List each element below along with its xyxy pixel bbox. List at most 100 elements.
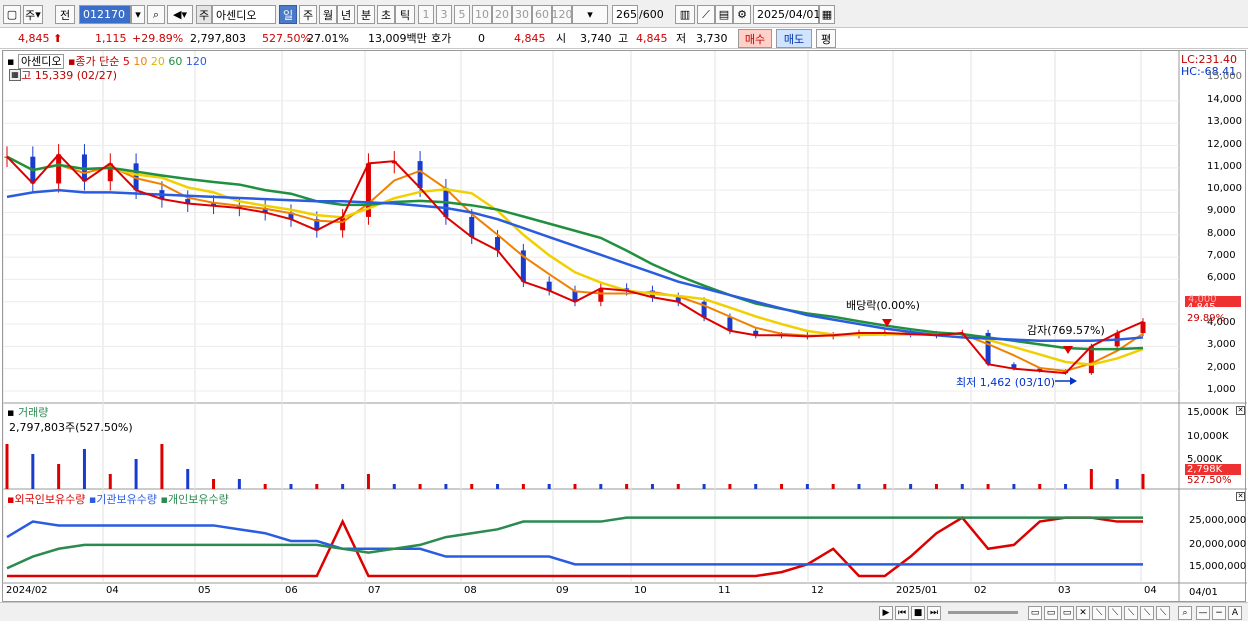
volume-bar	[909, 484, 913, 489]
interval-3[interactable]: 3	[436, 5, 452, 24]
low-price: 3,730	[696, 32, 728, 45]
line-type-icon[interactable]: ⟋	[697, 5, 715, 24]
toolbar: ▢ 주 ▾ 전 012170 ▾ ⌕ ◀▾ 주 아센디오 일 주 월 년 분 초 …	[0, 0, 1248, 28]
layout3-icon[interactable]: ▭	[1060, 606, 1074, 620]
volume-bar	[366, 474, 370, 489]
prev-button[interactable]: 전	[55, 5, 75, 24]
stop-icon[interactable]: ■	[911, 606, 925, 620]
stock-code-input[interactable]: 012170	[79, 5, 131, 24]
period-week[interactable]: 주	[299, 5, 317, 24]
volume-bar	[599, 484, 603, 489]
price-ytick: 1,000	[1207, 384, 1236, 395]
market-label: 주	[25, 8, 36, 22]
candle-type-icon[interactable]: ▥	[675, 5, 695, 24]
volume-title[interactable]: 거래량	[18, 406, 48, 419]
date-input[interactable]: 2025/04/01	[753, 5, 820, 24]
window-icon[interactable]: ▢	[3, 5, 21, 24]
zoom-out-icon[interactable]: −	[1212, 606, 1226, 620]
holding-legend: ▪외국인보유수량 ▪기관보유수량 ▪개인보유수량	[7, 491, 229, 507]
volume-legend: ▪ 거래량	[7, 404, 48, 420]
change-percent: +29.89%	[132, 32, 184, 45]
trend2-icon[interactable]: ⟍	[1108, 606, 1122, 620]
hold-ytick-1: 25,000,000	[1189, 515, 1247, 526]
x-axis-label: 04	[1144, 585, 1157, 596]
dividend-note: 배당락(0.00%)	[846, 299, 920, 312]
volume-bar	[650, 484, 654, 489]
close-icon[interactable]: ✕	[1236, 406, 1245, 415]
layout2-icon[interactable]: ▭	[1044, 606, 1058, 620]
period-minute[interactable]: 분	[357, 5, 375, 24]
candle-body	[417, 161, 423, 188]
interval-10[interactable]: 10	[472, 5, 492, 24]
volume-bar	[134, 459, 138, 489]
code-dropdown-icon[interactable]: ▾	[131, 5, 145, 24]
zoom-slider[interactable]	[948, 611, 1018, 614]
volume-bar	[986, 484, 990, 489]
x-axis-label: 05	[198, 585, 211, 596]
price-ytick: 7,000	[1207, 250, 1236, 262]
vol-tag: 2,798K	[1185, 464, 1241, 475]
x-axis-label: 2025/01	[896, 585, 938, 596]
volume-bar	[289, 484, 293, 489]
candle-body	[469, 216, 475, 238]
scroll-right-icon[interactable]: ▶	[879, 606, 893, 620]
gear-icon[interactable]: ⚙	[733, 5, 751, 24]
ask-price: 4,845	[514, 32, 546, 45]
volume-bar	[57, 464, 61, 489]
rewind-icon[interactable]: ⏮	[895, 606, 909, 620]
volume-bar	[108, 474, 112, 489]
holding-foreign-label[interactable]: ▪외국인보유수량	[7, 493, 85, 506]
trend3-icon[interactable]: ⟍	[1124, 606, 1138, 620]
trend5-icon[interactable]: ⟍	[1156, 606, 1170, 620]
count-max: /600	[639, 8, 664, 21]
volume-bar	[547, 484, 551, 489]
forward-icon[interactable]: ⏭	[927, 606, 941, 620]
volume-bar	[754, 484, 758, 489]
x-axis-label: 03	[1058, 585, 1071, 596]
period-day[interactable]: 일	[279, 5, 297, 24]
vol-ytick-1: 15,000K	[1187, 407, 1229, 418]
layout-icon[interactable]: ▭	[1028, 606, 1042, 620]
period-tick[interactable]: 틱	[395, 5, 415, 24]
calendar-icon[interactable]: ▦	[819, 5, 835, 24]
speaker-icon[interactable]: ◀▾	[167, 5, 193, 24]
hoga-label: 호가	[431, 32, 452, 45]
close-icon[interactable]: ✕	[1236, 492, 1245, 501]
x-axis-label: 04	[106, 585, 119, 596]
minus-icon[interactable]: —	[1196, 606, 1210, 620]
capital-reduction-note: 감자(769.57%)	[1027, 324, 1105, 337]
trade-value: 13,009백만	[368, 32, 427, 45]
interval-1[interactable]: 1	[418, 5, 434, 24]
legend-icon: ▪	[7, 406, 15, 419]
volume-bar	[341, 484, 345, 489]
interval-custom-select[interactable]: ▾	[572, 5, 608, 24]
interval-120[interactable]: 120	[552, 5, 573, 24]
interval-20[interactable]: 20	[492, 5, 512, 24]
eval-button[interactable]: 평	[816, 29, 836, 48]
search-icon[interactable]: ⌕	[147, 5, 165, 24]
count-input[interactable]: 265	[612, 5, 638, 24]
volume-bar	[934, 484, 938, 489]
crosshair-icon[interactable]: ✕	[1076, 606, 1090, 620]
chart-panel[interactable]: ▪ 아센디오 ▪종가 단순 5 10 20 60 120 최고 15,339 (…	[2, 50, 1247, 603]
hoga-value: 0	[478, 32, 485, 45]
market-select[interactable]: 주 ▾	[23, 5, 43, 24]
zoom-icon[interactable]: ⌕	[1178, 606, 1192, 620]
interval-30[interactable]: 30	[512, 5, 532, 24]
tool-icon[interactable]: ▦	[9, 69, 21, 81]
trend-icon[interactable]: ⟍	[1092, 606, 1106, 620]
holding-indiv-label[interactable]: ▪개인보유수량	[161, 493, 229, 506]
sell-button[interactable]: 매도	[776, 29, 812, 48]
buy-button[interactable]: 매수	[738, 29, 772, 48]
period-month[interactable]: 월	[319, 5, 337, 24]
interval-60[interactable]: 60	[532, 5, 552, 24]
trend4-icon[interactable]: ⟍	[1140, 606, 1154, 620]
save-icon[interactable]: ▤	[715, 5, 733, 24]
font-icon[interactable]: A	[1228, 606, 1242, 620]
interval-5[interactable]: 5	[454, 5, 470, 24]
low-arrowhead-icon	[1070, 377, 1077, 385]
holding-inst-label[interactable]: ▪기관보유수량	[89, 493, 157, 506]
period-year[interactable]: 년	[337, 5, 355, 24]
bottom-nav: ▶ ⏮ ■ ⏭ ▭ ▭ ▭ ✕ ⟍ ⟍ ⟍ ⟍ ⟍ ⌕ — − A	[0, 602, 1248, 621]
period-second[interactable]: 초	[377, 5, 395, 24]
